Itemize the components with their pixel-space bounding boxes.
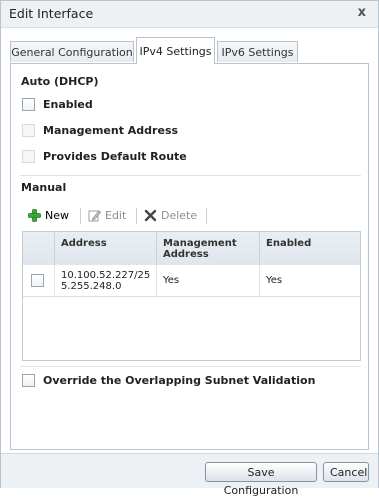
toolbar-separator bbox=[80, 208, 81, 224]
enabled-label: Enabled bbox=[43, 98, 93, 111]
row-select-checkbox[interactable] bbox=[31, 274, 44, 287]
ipv4-settings-panel: Auto (DHCP) Enabled Management Address P… bbox=[10, 63, 369, 450]
edit-icon bbox=[88, 209, 101, 221]
auto-dhcp-heading: Auto (DHCP) bbox=[21, 75, 99, 88]
new-button-label: New bbox=[45, 209, 69, 222]
enabled-checkbox[interactable] bbox=[22, 98, 35, 111]
address-column-header[interactable]: Address bbox=[54, 232, 156, 265]
tab-general-configuration[interactable]: General Configuration bbox=[10, 41, 134, 62]
override-subnet-label: Override the Overlapping Subnet Validati… bbox=[43, 374, 316, 387]
tab-ipv6-settings[interactable]: IPv6 Settings bbox=[217, 41, 298, 62]
tab-ipv4-settings[interactable]: IPv4 Settings bbox=[136, 37, 215, 64]
toolbar-separator bbox=[136, 208, 137, 224]
plus-icon bbox=[28, 208, 41, 222]
table-row[interactable]: 10.100.52.227/255.255.248.0 Yes Yes bbox=[23, 265, 360, 297]
dialog-footer: Save Configuration Cancel bbox=[1, 453, 378, 497]
grid-header: Address Management Address Enabled bbox=[23, 232, 360, 266]
override-subnet-checkbox[interactable] bbox=[22, 374, 35, 387]
manual-toolbar: New Edit Delete bbox=[22, 205, 361, 227]
manual-heading: Manual bbox=[21, 181, 67, 194]
delete-x-icon bbox=[144, 209, 157, 221]
edit-button[interactable]: Edit bbox=[88, 207, 126, 225]
management-address-checkbox[interactable] bbox=[22, 124, 35, 137]
management-cell: Yes bbox=[156, 265, 259, 296]
management-address-label: Management Address bbox=[43, 124, 179, 137]
toolbar-separator bbox=[206, 208, 207, 224]
close-icon[interactable]: x bbox=[358, 5, 366, 20]
enabled-column-header[interactable]: Enabled bbox=[259, 232, 360, 265]
save-configuration-button[interactable]: Save Configuration bbox=[205, 462, 317, 497]
enabled-cell: Yes bbox=[259, 265, 360, 296]
edit-button-label: Edit bbox=[105, 209, 127, 222]
address-grid: Address Management Address Enabled 10.10… bbox=[22, 231, 361, 361]
address-cell: 10.100.52.227/255.255.248.0 bbox=[54, 265, 156, 296]
new-button[interactable]: New bbox=[28, 207, 69, 225]
dialog-titlebar: Edit Interface x bbox=[1, 1, 378, 28]
divider bbox=[20, 366, 361, 367]
cancel-button[interactable]: Cancel bbox=[323, 462, 369, 482]
default-route-label: Provides Default Route bbox=[43, 150, 187, 163]
delete-button-label: Delete bbox=[161, 209, 198, 222]
select-column-header bbox=[23, 232, 54, 265]
dialog-title: Edit Interface bbox=[9, 6, 94, 21]
edit-interface-dialog: Edit Interface x General Configuration I… bbox=[0, 0, 379, 497]
default-route-checkbox[interactable] bbox=[22, 150, 35, 163]
management-address-column-header[interactable]: Management Address bbox=[156, 232, 259, 265]
row-select-cell bbox=[23, 265, 54, 296]
divider bbox=[20, 175, 361, 176]
delete-button[interactable]: Delete bbox=[144, 207, 197, 225]
